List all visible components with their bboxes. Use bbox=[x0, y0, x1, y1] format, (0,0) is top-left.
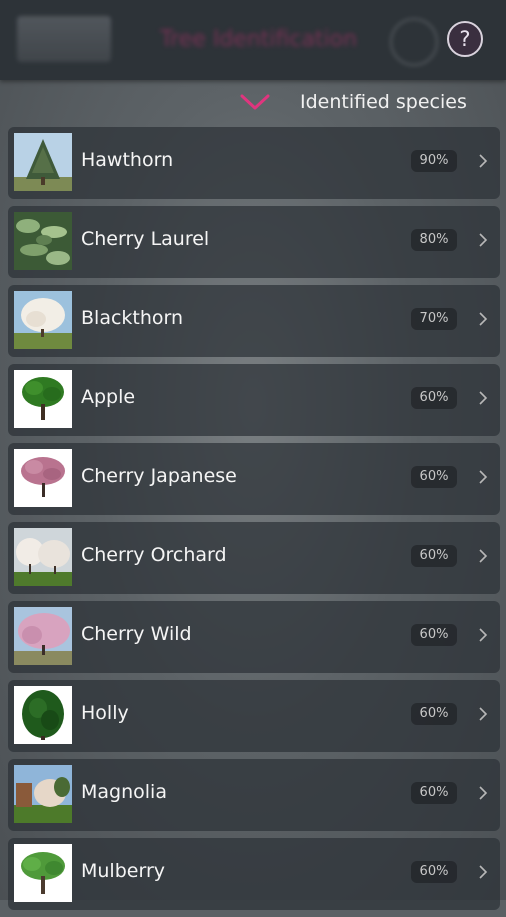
match-badge: 60% bbox=[411, 545, 457, 567]
species-row[interactable]: Holly 60% bbox=[8, 680, 500, 752]
species-row[interactable]: Cherry Japanese 60% bbox=[8, 443, 500, 515]
help-button[interactable]: ? bbox=[447, 21, 483, 57]
species-row[interactable]: Blackthorn 70% bbox=[8, 285, 500, 357]
species-name: Blackthorn bbox=[81, 307, 184, 329]
app-logo bbox=[17, 16, 111, 62]
match-badge: 60% bbox=[411, 782, 457, 804]
species-row[interactable]: Magnolia 60% bbox=[8, 759, 500, 831]
match-badge: 60% bbox=[411, 861, 457, 883]
match-badge: 90% bbox=[411, 150, 457, 172]
species-name: Cherry Orchard bbox=[81, 544, 227, 566]
chevron-right-icon bbox=[479, 154, 488, 168]
species-thumbnail bbox=[14, 686, 72, 744]
species-row[interactable]: Hawthorn 90% bbox=[8, 127, 500, 199]
chevron-right-icon bbox=[479, 470, 488, 484]
species-name: Holly bbox=[81, 702, 129, 724]
species-row[interactable]: Cherry Laurel 80% bbox=[8, 206, 500, 278]
species-thumbnail bbox=[14, 607, 72, 665]
species-row[interactable]: Cherry Orchard 60% bbox=[8, 522, 500, 594]
species-thumbnail bbox=[14, 291, 72, 349]
chevron-right-icon bbox=[479, 391, 488, 405]
species-name: Magnolia bbox=[81, 781, 167, 803]
chevron-right-icon bbox=[479, 233, 488, 247]
chevron-down-icon[interactable] bbox=[240, 94, 270, 110]
species-thumbnail bbox=[14, 765, 72, 823]
species-row[interactable]: Apple 60% bbox=[8, 364, 500, 436]
match-badge: 60% bbox=[411, 703, 457, 725]
species-name: Cherry Japanese bbox=[81, 465, 237, 487]
species-thumbnail bbox=[14, 133, 72, 191]
chevron-right-icon bbox=[479, 786, 488, 800]
species-name: Apple bbox=[81, 386, 136, 408]
match-badge: 80% bbox=[411, 229, 457, 251]
species-thumbnail bbox=[14, 449, 72, 507]
app-title: Tree Identification bbox=[160, 27, 358, 52]
species-thumbnail bbox=[14, 844, 72, 902]
species-row[interactable]: Mulberry 60% bbox=[8, 838, 500, 910]
section-header[interactable]: Identified species bbox=[0, 80, 506, 126]
match-badge: 60% bbox=[411, 624, 457, 646]
chevron-right-icon bbox=[479, 707, 488, 721]
match-badge: 60% bbox=[411, 387, 457, 409]
faded-info-icon bbox=[390, 18, 438, 66]
species-row[interactable]: Cherry Wild 60% bbox=[8, 601, 500, 673]
species-name: Mulberry bbox=[81, 860, 165, 882]
species-thumbnail bbox=[14, 370, 72, 428]
species-thumbnail bbox=[14, 528, 72, 586]
chevron-right-icon bbox=[479, 312, 488, 326]
chevron-right-icon bbox=[479, 865, 488, 879]
chevron-right-icon bbox=[479, 549, 488, 563]
match-badge: 60% bbox=[411, 466, 457, 488]
match-badge: 70% bbox=[411, 308, 457, 330]
species-name: Hawthorn bbox=[81, 149, 174, 171]
chevron-right-icon bbox=[479, 628, 488, 642]
species-name: Cherry Wild bbox=[81, 623, 192, 645]
section-title: Identified species bbox=[300, 91, 467, 113]
species-name: Cherry Laurel bbox=[81, 228, 210, 250]
species-thumbnail bbox=[14, 212, 72, 270]
species-list: Hawthorn 90% Cherry Laurel 80% Blackthor… bbox=[8, 127, 500, 917]
top-bar: Tree Identification ? bbox=[0, 0, 506, 80]
